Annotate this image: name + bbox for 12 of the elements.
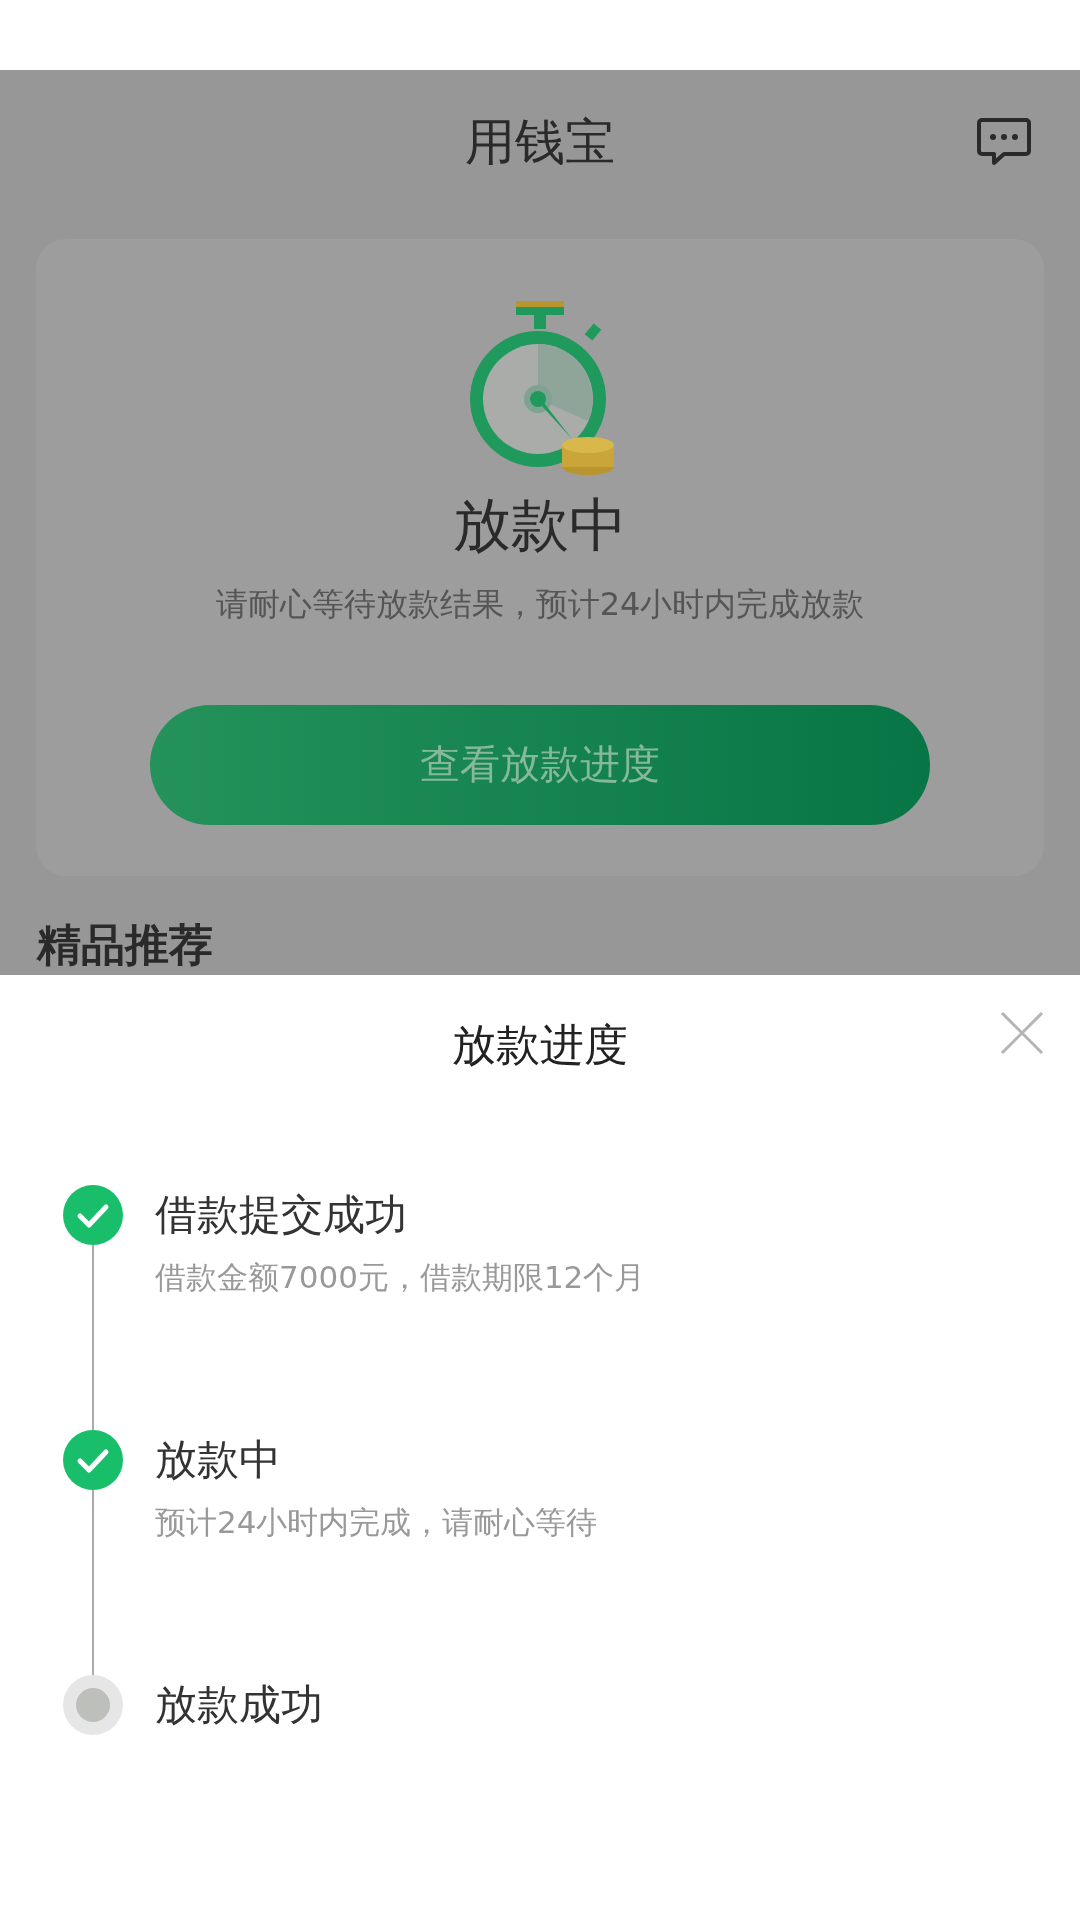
message-icon[interactable] [976,115,1032,168]
step-description: 借款金额7000元，借款期限12个月 [155,1258,646,1297]
step-title: 放款成功 [155,1679,323,1731]
step-title: 放款中 [155,1434,282,1486]
step-title: 借款提交成功 [155,1189,408,1241]
sheet-title: 放款进度 [452,1017,628,1072]
status-title: 放款中 [453,489,627,561]
status-subtitle: 请耐心等待放款结果，预计24小时内完成放款 [215,583,865,625]
view-progress-button[interactable]: 查看放款进度 [150,704,930,825]
section-heading: 精品推荐 [37,918,214,972]
page-title: 用钱宝 [465,111,615,173]
step-description: 预计24小时内完成，请耐心等待 [155,1503,598,1542]
